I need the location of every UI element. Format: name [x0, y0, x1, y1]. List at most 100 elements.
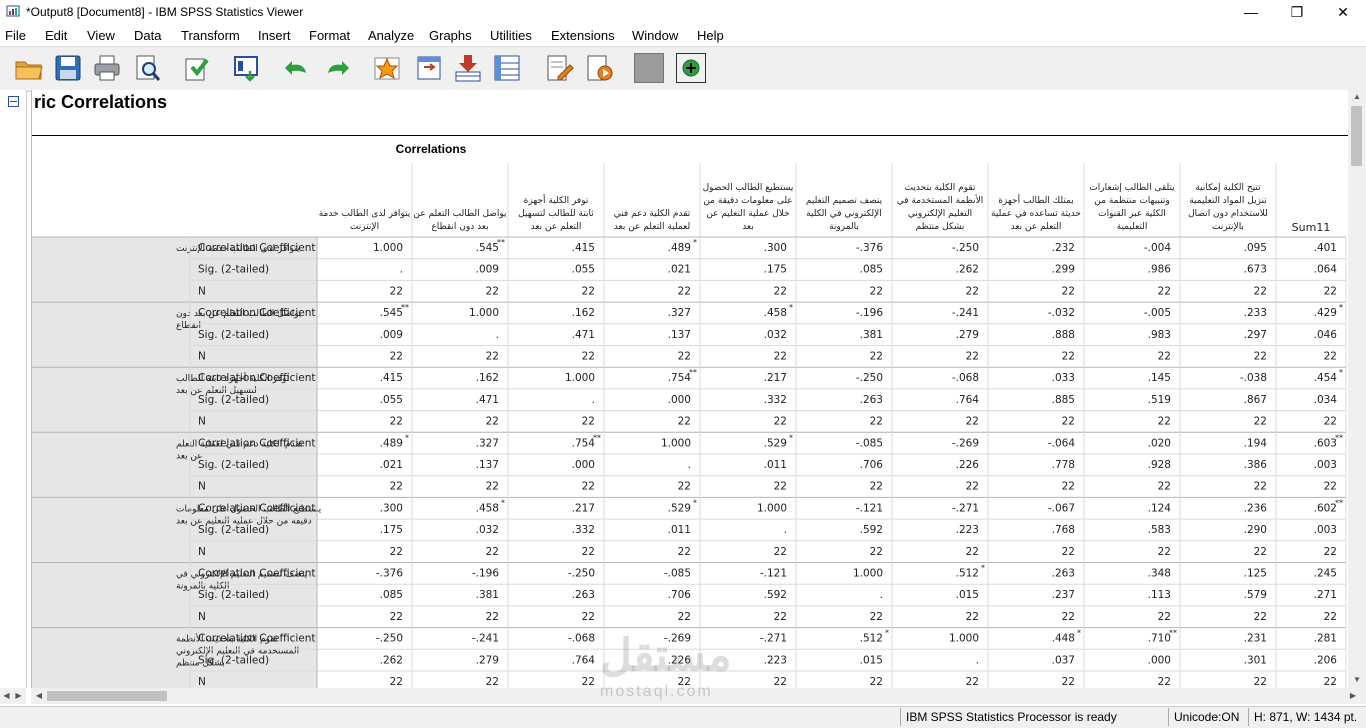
- table-cell[interactable]: 22: [1062, 351, 1075, 363]
- table-cell[interactable]: 22: [1324, 676, 1337, 688]
- table-cell[interactable]: 22: [582, 481, 595, 493]
- table-cell[interactable]: 22: [390, 676, 403, 688]
- table-cell[interactable]: .764: [572, 654, 596, 666]
- table-cell[interactable]: .706: [668, 589, 692, 601]
- table-cell[interactable]: 22: [582, 416, 595, 428]
- table-cell[interactable]: -.005: [1144, 307, 1171, 319]
- table-cell[interactable]: .458: [476, 502, 499, 514]
- horizontal-scroll-thumb[interactable]: [47, 691, 167, 701]
- table-cell[interactable]: 22: [678, 611, 691, 623]
- table-cell[interactable]: .021: [380, 459, 403, 471]
- table-cell[interactable]: 22: [966, 416, 979, 428]
- table-cell[interactable]: 22: [582, 546, 595, 558]
- table-cell[interactable]: 22: [1324, 416, 1337, 428]
- table-cell[interactable]: .011: [764, 459, 787, 471]
- table-cell[interactable]: .673: [1244, 264, 1267, 276]
- table-cell[interactable]: .299: [1052, 264, 1075, 276]
- menu-window[interactable]: Window: [632, 28, 678, 43]
- table-cell[interactable]: .223: [764, 654, 787, 666]
- table-cell[interactable]: .: [976, 654, 979, 666]
- column-header[interactable]: تتيح الكلية إمكانية تنزيل المواد التعليمي…: [1188, 183, 1268, 232]
- table-cell[interactable]: -.085: [664, 568, 691, 580]
- table-cell[interactable]: .021: [668, 264, 691, 276]
- table-cell[interactable]: .020: [1148, 437, 1171, 449]
- table-cell[interactable]: .055: [572, 264, 595, 276]
- table-cell[interactable]: .000: [1148, 654, 1171, 666]
- table-cell[interactable]: .297: [1244, 329, 1267, 341]
- table-cell[interactable]: .037: [1052, 654, 1075, 666]
- outline-horizontal-scrollbar[interactable]: ◀ ▶: [0, 688, 26, 704]
- table-cell[interactable]: .471: [572, 329, 595, 341]
- table-cell[interactable]: .928: [1148, 459, 1171, 471]
- table-cell[interactable]: -.241: [472, 633, 499, 645]
- menu-utilities[interactable]: Utilities: [490, 28, 532, 43]
- table-cell[interactable]: .778: [1052, 459, 1075, 471]
- table-cell[interactable]: .231: [1244, 633, 1267, 645]
- table-cell[interactable]: 22: [390, 546, 403, 558]
- table-cell[interactable]: 22: [1158, 351, 1171, 363]
- table-cell[interactable]: .: [496, 329, 499, 341]
- table-cell[interactable]: 22: [486, 611, 499, 623]
- column-header[interactable]: يتلقى الطالب إشعارات وتنبيهات منتظمة من ال…: [1089, 183, 1175, 232]
- open-icon[interactable]: [14, 53, 44, 83]
- scroll-up-icon[interactable]: ▲: [1350, 90, 1364, 104]
- menu-format[interactable]: Format: [309, 28, 350, 43]
- table-cell[interactable]: 22: [1254, 416, 1267, 428]
- table-cell[interactable]: 22: [774, 416, 787, 428]
- table-cell[interactable]: .046: [1314, 329, 1338, 341]
- table-cell[interactable]: 22: [1062, 481, 1075, 493]
- table-cell[interactable]: .867: [1244, 394, 1267, 406]
- table-cell[interactable]: .448: [1052, 633, 1075, 645]
- maximize-button[interactable]: ❐: [1274, 0, 1320, 24]
- menu-transform[interactable]: Transform: [181, 28, 240, 43]
- table-cell[interactable]: 22: [966, 546, 979, 558]
- table-cell[interactable]: 1.000: [853, 568, 883, 580]
- table-cell[interactable]: .085: [860, 264, 883, 276]
- table-cell[interactable]: .602: [1314, 502, 1337, 514]
- table-cell[interactable]: .015: [956, 589, 979, 601]
- table-cell[interactable]: .489: [668, 242, 691, 254]
- table-cell[interactable]: 22: [966, 351, 979, 363]
- table-cell[interactable]: .754: [668, 372, 692, 384]
- print-icon[interactable]: [92, 53, 122, 83]
- table-cell[interactable]: 22: [1158, 676, 1171, 688]
- table-cell[interactable]: 22: [966, 611, 979, 623]
- table-cell[interactable]: 22: [870, 416, 883, 428]
- menu-insert[interactable]: Insert: [258, 28, 291, 43]
- table-cell[interactable]: .003: [1314, 459, 1337, 471]
- table-cell[interactable]: 22: [774, 676, 787, 688]
- table-cell[interactable]: .983: [1148, 329, 1171, 341]
- table-cell[interactable]: .064: [1314, 264, 1338, 276]
- minimize-button[interactable]: —: [1228, 0, 1274, 24]
- column-header[interactable]: توفر الكلية أجهزة ثابتة للطالب لتسهيل التع…: [518, 194, 594, 232]
- table-cell[interactable]: -.250: [952, 242, 979, 254]
- table-cell[interactable]: -.250: [376, 633, 403, 645]
- table-cell[interactable]: 22: [486, 481, 499, 493]
- table-cell[interactable]: 1.000: [949, 633, 979, 645]
- table-cell[interactable]: 22: [870, 611, 883, 623]
- table-cell[interactable]: 22: [486, 285, 499, 297]
- table-cell[interactable]: 1.000: [373, 242, 403, 254]
- table-cell[interactable]: .592: [860, 524, 883, 536]
- table-cell[interactable]: .458: [764, 307, 787, 319]
- menu-file[interactable]: File: [5, 28, 26, 43]
- table-cell[interactable]: .512: [860, 633, 883, 645]
- table-cell[interactable]: .381: [860, 329, 883, 341]
- table-cell[interactable]: -.121: [760, 568, 787, 580]
- table-cell[interactable]: -.271: [760, 633, 787, 645]
- table-cell[interactable]: 22: [1062, 676, 1075, 688]
- table-cell[interactable]: .175: [764, 264, 787, 276]
- table-cell[interactable]: 22: [1254, 546, 1267, 558]
- table-cell[interactable]: 22: [582, 611, 595, 623]
- vertical-scrollbar[interactable]: ▲ ▼: [1348, 90, 1366, 688]
- undo-icon[interactable]: [282, 53, 312, 83]
- table-cell[interactable]: .415: [380, 372, 403, 384]
- table-cell[interactable]: -.004: [1144, 242, 1171, 254]
- table-cell[interactable]: 22: [1254, 351, 1267, 363]
- table-cell[interactable]: 22: [390, 481, 403, 493]
- table-cell[interactable]: -.269: [952, 437, 979, 449]
- table-cell[interactable]: 22: [870, 351, 883, 363]
- table-cell[interactable]: .327: [476, 437, 499, 449]
- vertical-scroll-thumb[interactable]: [1351, 106, 1362, 166]
- table-cell[interactable]: 1.000: [469, 307, 499, 319]
